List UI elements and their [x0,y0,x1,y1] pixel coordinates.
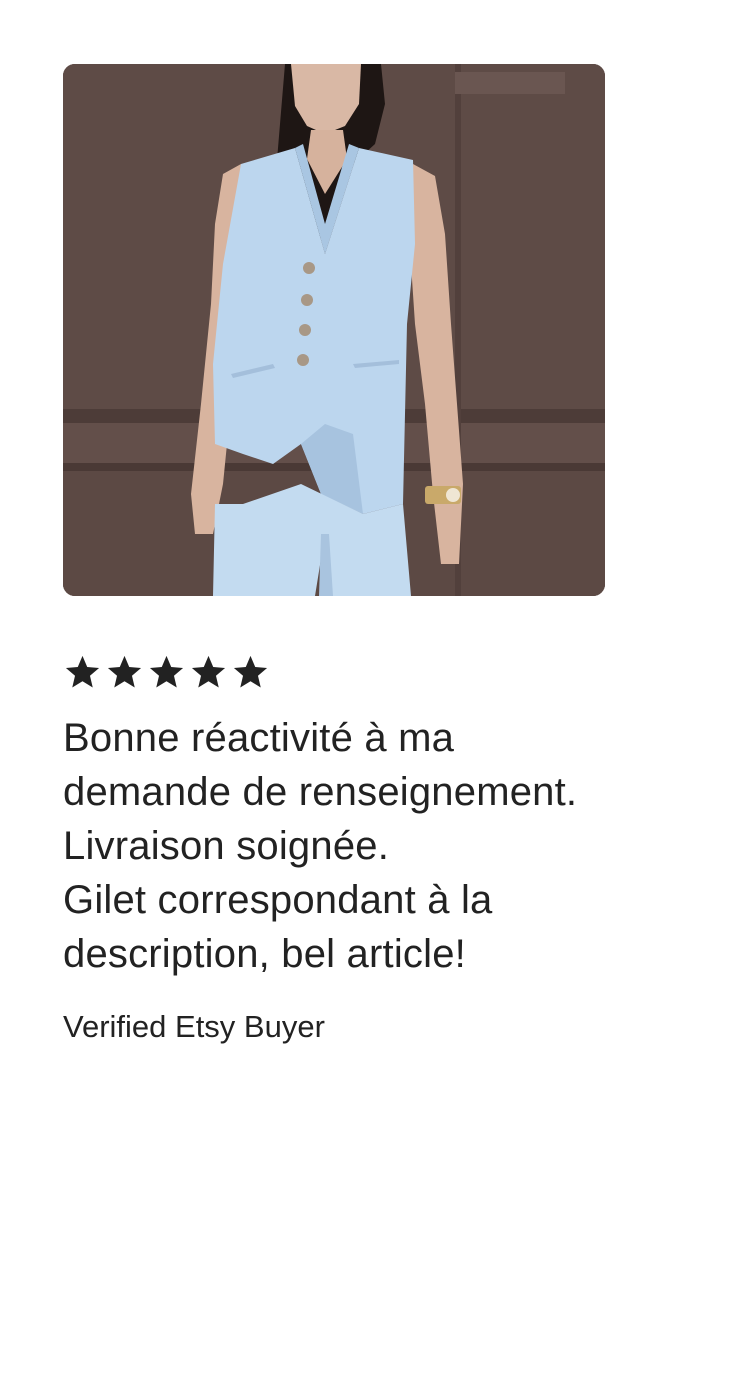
review-card: Bonne réactivité à ma demande de renseig… [63,64,703,1047]
star-icon [65,655,100,688]
review-text: Bonne réactivité à ma demande de renseig… [63,716,578,976]
star-icon [191,655,226,688]
review-photo-image [63,64,605,596]
reviewer-name: Verified Etsy Buyer [63,1009,325,1044]
review-photo[interactable] [63,64,605,596]
star-rating [63,653,703,693]
star-icon [107,655,142,688]
star-icon [233,655,268,688]
star-icon [149,655,184,688]
